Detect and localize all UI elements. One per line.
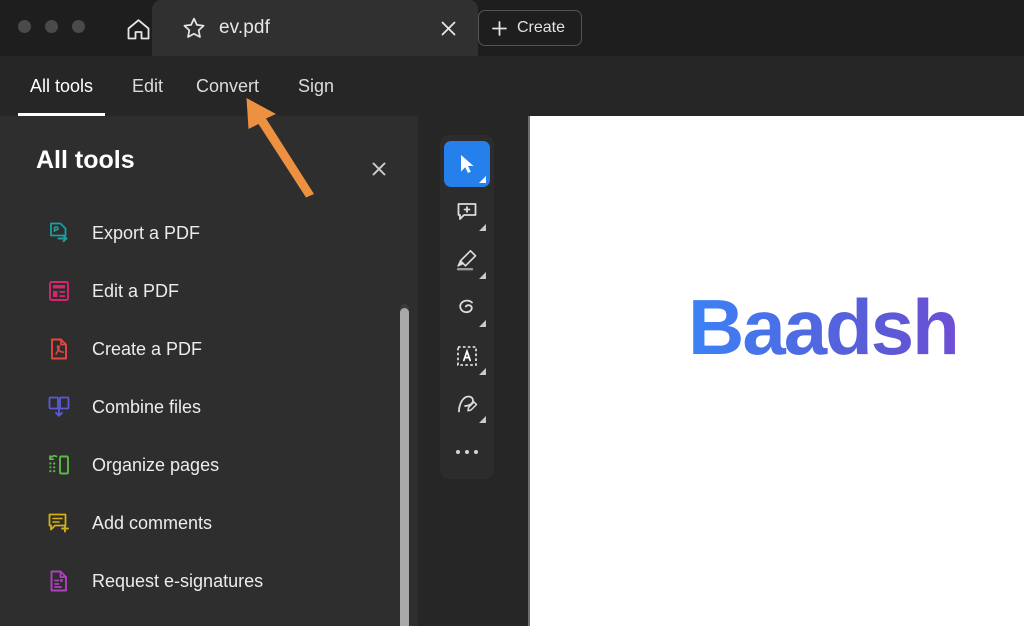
export-pdf-icon [46, 220, 72, 246]
document-viewport[interactable]: Baadsh [530, 116, 1024, 626]
document-tab[interactable]: ev.pdf [152, 0, 478, 56]
add-comments-icon [46, 510, 72, 536]
add-comment-tool-button[interactable] [444, 189, 490, 235]
request-esign-icon [46, 568, 72, 594]
menu-item-convert-label: Convert [196, 75, 260, 96]
freehand-loop-icon [459, 299, 473, 314]
create-button-label: Create [517, 19, 566, 36]
sidebar-item-add-comments[interactable]: Add comments [0, 494, 418, 552]
sidebar-scrollbar[interactable] [400, 304, 409, 626]
sidebar-item-export-a-pdf[interactable]: Export a PDF [0, 204, 418, 262]
draw-freehand-tool-button[interactable] [444, 285, 490, 331]
chevron-expand-icon[interactable] [479, 224, 486, 231]
more-tools-button[interactable] [444, 429, 490, 475]
selection-tool-button[interactable] [444, 141, 490, 187]
close-icon [372, 162, 386, 176]
menu-item-sign-label: Sign [298, 75, 335, 96]
scrollbar-thumb[interactable] [400, 308, 409, 626]
panel-title: All tools [36, 146, 135, 174]
panel-close-button[interactable] [366, 156, 392, 182]
home-icon [127, 18, 149, 39]
menu-item-edit-label: Edit [132, 75, 164, 96]
acrobat-window: ev.pdf Create All tools Edit Convert Sig… [0, 0, 1024, 626]
sidebar-item-label: Export a PDF [92, 222, 201, 243]
comment-plus-icon [457, 203, 477, 220]
sidebar-item-scan-a-pdf[interactable]: Scan a PDF [0, 610, 418, 626]
menu-item-all-tools-label: All tools [30, 75, 94, 96]
quick-tools-rail [440, 135, 494, 479]
select-text-icon [457, 346, 477, 366]
sidebar-item-label: Create a PDF [92, 338, 203, 359]
sidebar-item-create-a-pdf[interactable]: Create a PDF [0, 320, 418, 378]
chevron-expand-icon[interactable] [479, 320, 486, 327]
chevron-expand-icon[interactable] [479, 176, 486, 183]
sidebar-item-label: Combine files [92, 396, 202, 417]
title-bar: ev.pdf Create [0, 0, 1024, 56]
sidebar-item-label: Edit a PDF [92, 280, 180, 301]
cursor-arrow-icon [461, 155, 474, 173]
highlighter-tool-button[interactable] [444, 237, 490, 283]
organize-pages-icon [46, 452, 72, 478]
create-pdf-icon [46, 336, 72, 362]
chevron-expand-icon[interactable] [479, 416, 486, 423]
signature-pen-icon [458, 395, 478, 413]
combine-files-icon [46, 394, 72, 420]
tools-list: Export a PDF Edit a PDF Create a PDF Com… [0, 204, 418, 626]
chevron-expand-icon[interactable] [479, 272, 486, 279]
sidebar-item-label: Request e-signatures [92, 570, 264, 591]
all-tools-panel: All tools Export a PDF Edit a PDF Create… [0, 116, 418, 626]
select-text-tool-button[interactable] [444, 333, 490, 379]
highlighter-icon [456, 249, 477, 271]
window-controls [18, 20, 85, 33]
plus-icon [492, 20, 507, 36]
sidebar-item-combine-files[interactable]: Combine files [0, 378, 418, 436]
menu-item-edit[interactable]: Edit [122, 56, 173, 116]
sidebar-item-label: Organize pages [92, 454, 220, 475]
create-button[interactable]: Create [478, 10, 583, 46]
tab-title: ev.pdf [219, 17, 270, 38]
maximize-window-button[interactable] [72, 20, 85, 33]
menu-item-convert[interactable]: Convert [186, 56, 269, 116]
sidebar-item-organize-pages[interactable]: Organize pages [0, 436, 418, 494]
close-icon [441, 21, 455, 35]
minimize-window-button[interactable] [45, 20, 58, 33]
sidebar-item-edit-a-pdf[interactable]: Edit a PDF [0, 262, 418, 320]
chevron-expand-icon[interactable] [479, 368, 486, 375]
menu-item-sign[interactable]: Sign [288, 56, 344, 116]
menu-bar: All tools Edit Convert Sign [0, 56, 1024, 116]
close-window-button[interactable] [18, 20, 31, 33]
tab-close-button[interactable] [434, 14, 462, 42]
edit-pdf-icon [46, 278, 72, 304]
fill-and-sign-tool-button[interactable] [444, 381, 490, 427]
sidebar-item-label: Add comments [92, 512, 213, 533]
star-outline-icon[interactable] [182, 16, 206, 40]
sidebar-item-request-e-signatures[interactable]: Request e-signatures [0, 552, 418, 610]
menu-item-all-tools[interactable]: All tools [18, 56, 106, 116]
document-heading: Baadsh [688, 283, 960, 371]
ellipsis-icon [456, 450, 478, 454]
